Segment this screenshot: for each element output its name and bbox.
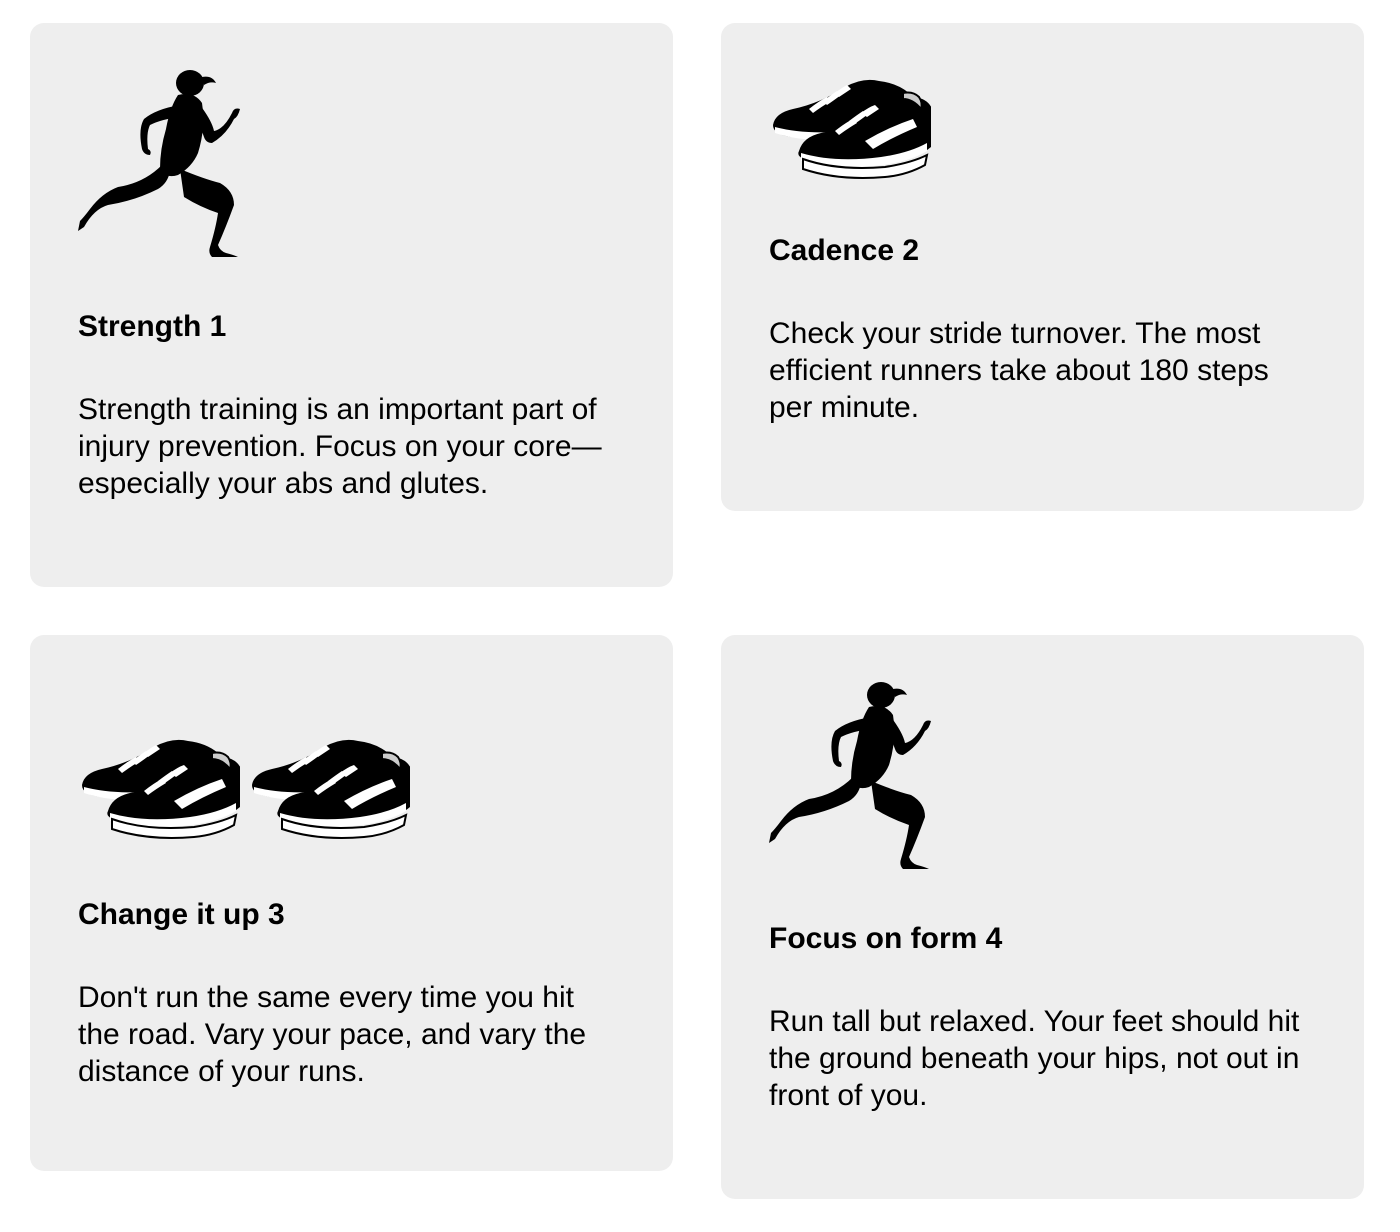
- tip-text: Don't run the same every time you hit th…: [78, 981, 587, 1088]
- icon-row: [769, 681, 1316, 869]
- tip-text: Check your stride turnover. The most eff…: [769, 317, 1269, 424]
- tip-text: Run tall but relaxed. Your feet should h…: [769, 1005, 1300, 1112]
- tip-title: Change it up 3: [78, 898, 285, 931]
- icon-row: [78, 729, 625, 841]
- runner-icon: [769, 681, 931, 869]
- tip-card-focus-on-form: Focus on form 4 Run tall but relaxed. Yo…: [721, 635, 1364, 1199]
- tip-title: Strength 1: [78, 310, 227, 343]
- tip-card-change-it-up: Change it up 3 Don't run the same every …: [30, 635, 673, 1171]
- shoes-icon: [248, 729, 410, 841]
- tip-card-cadence: Cadence 2 Check your stride turnover. Th…: [721, 23, 1364, 511]
- icon-row: [78, 69, 625, 257]
- icon-row: [769, 69, 1316, 181]
- tip-title: Cadence 2: [769, 234, 920, 267]
- tip-text: Strength training is an important part o…: [78, 393, 602, 500]
- tip-card-strength: Strength 1 Strength training is an impor…: [30, 23, 673, 587]
- shoes-icon: [78, 729, 240, 841]
- tip-title: Focus on form 4: [769, 922, 1003, 955]
- runner-icon: [78, 69, 240, 257]
- shoes-icon: [769, 69, 931, 181]
